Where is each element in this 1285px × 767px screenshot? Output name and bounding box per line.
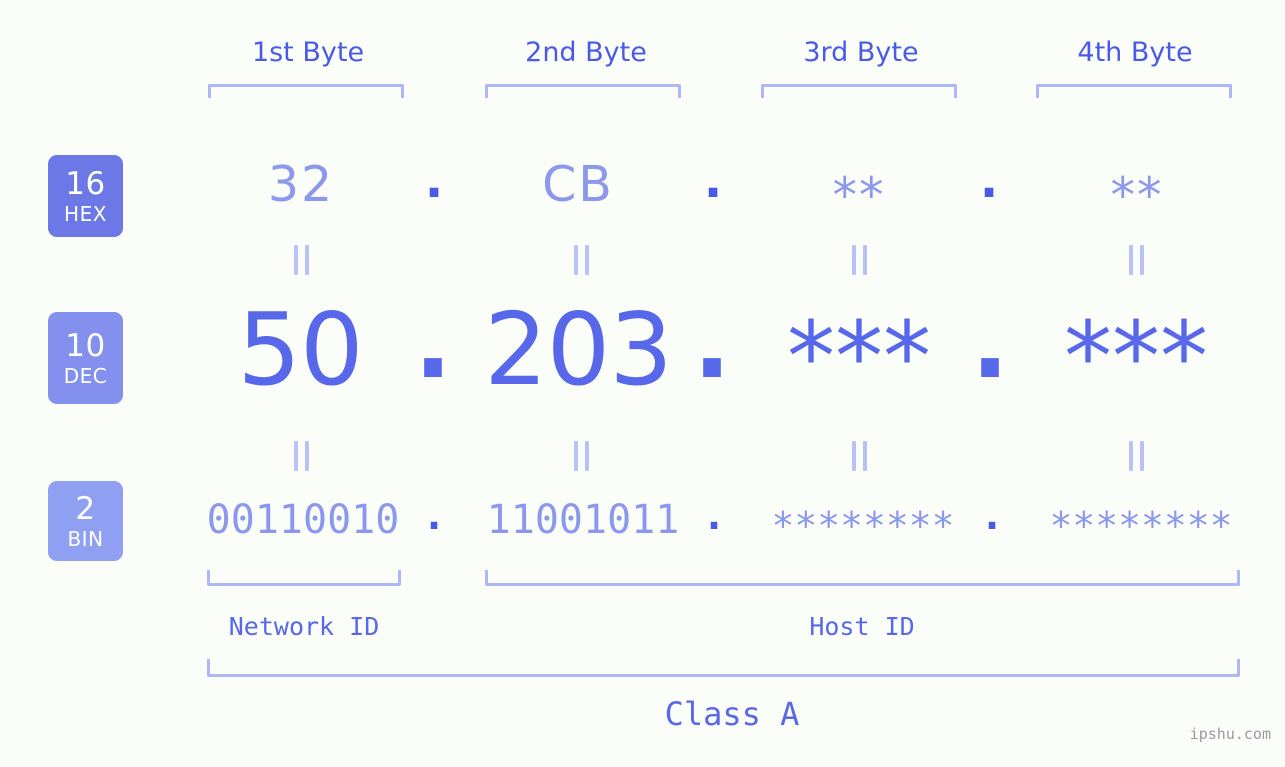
site-watermark: ipshu.com xyxy=(1189,725,1271,743)
hex-separator-2: . xyxy=(703,152,723,209)
class-bracket xyxy=(207,659,1240,677)
dec-separator-3: . xyxy=(971,284,1009,401)
byte-header-3: 3rd Byte xyxy=(803,37,919,68)
equals-symbol-dec-bin-4 xyxy=(1123,440,1149,472)
bin-byte-1-value: 00110010 xyxy=(206,497,400,543)
radix-badge-dec-system: DEC xyxy=(63,363,108,388)
dec-separator-1: . xyxy=(414,284,452,401)
hex-separator-1: . xyxy=(424,152,444,209)
hex-separator-3: . xyxy=(979,152,999,209)
byte-bracket-4 xyxy=(1036,84,1232,98)
hex-byte-3-value: ** xyxy=(832,167,886,224)
dec-byte-4-value: *** xyxy=(1064,301,1208,413)
equals-symbol-hex-dec-4 xyxy=(1123,244,1149,276)
equals-symbol-hex-dec-2 xyxy=(568,244,594,276)
host-id-label: Host ID xyxy=(809,612,915,641)
dec-byte-1-value: 50 xyxy=(237,291,363,408)
radix-badge-hex: 16 HEX xyxy=(48,155,123,237)
radix-badge-bin-system: BIN xyxy=(67,526,104,551)
radix-badge-bin: 2 BIN xyxy=(48,481,123,561)
hex-byte-2-value: CB xyxy=(542,156,614,213)
equals-symbol-dec-bin-1 xyxy=(288,440,314,472)
byte-header-1: 1st Byte xyxy=(251,37,365,68)
host-id-bracket xyxy=(485,570,1240,586)
dec-separator-2: . xyxy=(693,284,731,401)
bin-separator-2: . xyxy=(701,493,727,539)
hex-byte-1-value: 32 xyxy=(267,156,335,213)
ip-address-breakdown-diagram: 1st Byte 2nd Byte 3rd Byte 4th Byte 16 H… xyxy=(0,0,1285,767)
byte-bracket-1 xyxy=(208,84,404,98)
byte-header-2: 2nd Byte xyxy=(525,37,647,68)
radix-badge-bin-number: 2 xyxy=(75,490,96,527)
equals-symbol-hex-dec-3 xyxy=(846,244,872,276)
radix-badge-dec-number: 10 xyxy=(65,327,106,364)
equals-symbol-dec-bin-2 xyxy=(568,440,594,472)
byte-bracket-2 xyxy=(485,84,681,98)
bin-byte-3-value: ******** xyxy=(771,504,955,548)
network-id-label: Network ID xyxy=(228,612,380,641)
bin-separator-3: . xyxy=(979,493,1005,539)
dec-byte-2-value: 203 xyxy=(484,291,673,408)
equals-symbol-hex-dec-1 xyxy=(288,244,314,276)
bin-separator-1: . xyxy=(421,493,447,539)
byte-header-4: 4th Byte xyxy=(1077,37,1193,68)
equals-symbol-dec-bin-3 xyxy=(846,440,872,472)
hex-byte-4-value: ** xyxy=(1110,167,1164,224)
radix-badge-hex-system: HEX xyxy=(64,201,107,226)
bin-byte-2-value: 11001011 xyxy=(486,497,680,543)
radix-badge-hex-number: 16 xyxy=(65,165,106,202)
dec-byte-3-value: *** xyxy=(787,301,931,413)
byte-bracket-3 xyxy=(761,84,957,98)
class-label: Class A xyxy=(664,695,800,733)
radix-badge-dec: 10 DEC xyxy=(48,312,123,404)
bin-byte-4-value: ******** xyxy=(1049,504,1233,548)
network-id-bracket xyxy=(207,570,401,586)
